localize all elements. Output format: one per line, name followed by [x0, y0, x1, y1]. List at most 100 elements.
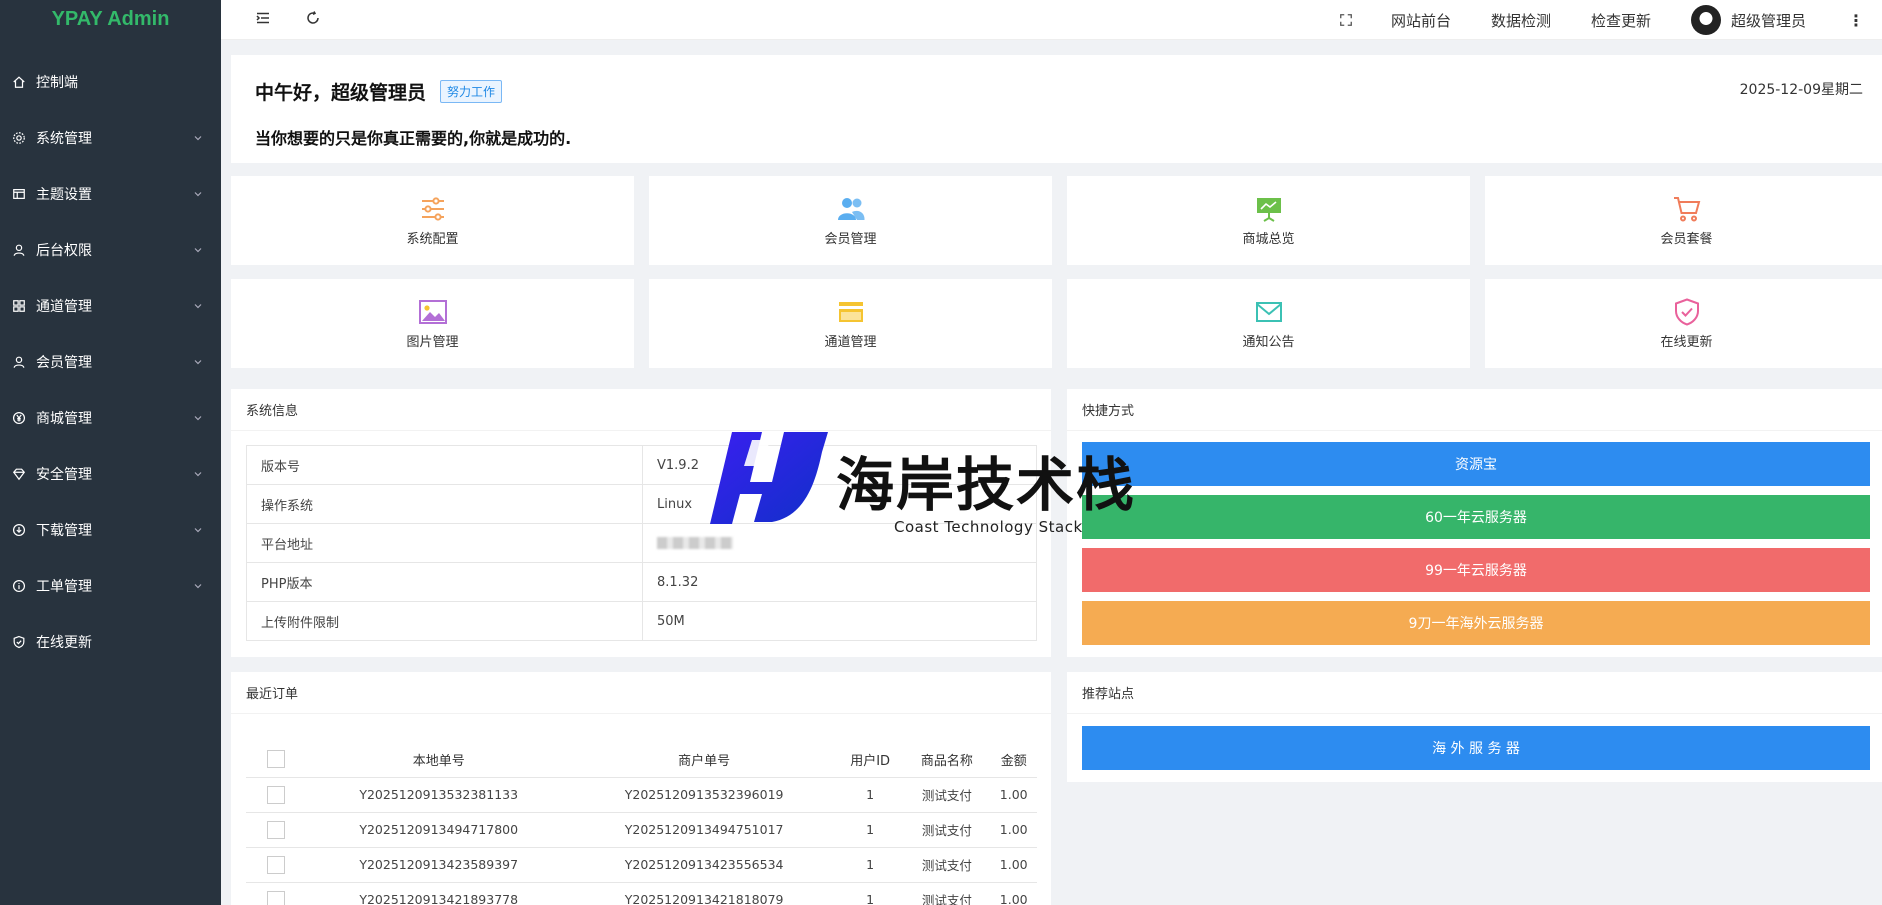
sidebar-item-label: 在线更新: [36, 635, 92, 651]
tile-label: 通知公告: [1242, 335, 1295, 350]
tile-label: 通道管理: [824, 335, 877, 350]
info-value: 50M: [642, 601, 1037, 641]
panel-title: 快捷方式: [1067, 389, 1882, 431]
user-name: 超级管理员: [1730, 11, 1806, 30]
local-order-no: Y2025120913494717800: [306, 812, 572, 848]
panel-title: 推荐站点: [1067, 672, 1882, 714]
user-icon: [12, 243, 26, 257]
header-link-frontend[interactable]: 网站前台: [1371, 10, 1471, 31]
recommended-button-overseas-servers[interactable]: 海 外 服 务 器: [1082, 726, 1870, 770]
product-name: 测试支付: [903, 777, 991, 813]
fullscreen-icon[interactable]: [1321, 13, 1371, 27]
tile-image-management[interactable]: 图片管理: [231, 279, 634, 368]
tile-channel-management[interactable]: 通道管理: [649, 279, 1052, 368]
chevron-down-icon: [194, 360, 202, 365]
shield-check-icon: [12, 635, 26, 649]
row-checkbox[interactable]: [267, 890, 285, 905]
sidebar-item-label: 系统管理: [36, 131, 92, 147]
merchant-order-no: Y2025120913423556534: [571, 847, 837, 883]
tile-members[interactable]: 会员管理: [649, 176, 1052, 265]
sidebar-item-system[interactable]: 系统管理: [0, 110, 221, 166]
watermark-logo: [710, 432, 828, 524]
sidebar-item-label: 工单管理: [36, 579, 92, 595]
amount: 1.00: [990, 812, 1037, 848]
tile-announcements[interactable]: 通知公告: [1067, 279, 1470, 368]
avatar[interactable]: [1690, 5, 1721, 35]
info-key: 平台地址: [246, 523, 643, 563]
column-header: 本地单号: [306, 742, 572, 778]
product-name: 测试支付: [903, 882, 991, 905]
chevron-down-icon: [194, 472, 202, 477]
row-checkbox[interactable]: [267, 785, 285, 804]
sidebar-item-dashboard[interactable]: 控制端: [0, 54, 221, 110]
menu-toggle-icon[interactable]: [255, 10, 271, 30]
mail-icon: [1255, 302, 1282, 322]
user-id: 1: [836, 882, 904, 905]
tile-system-config[interactable]: 系统配置: [231, 176, 634, 265]
tile-label: 会员管理: [824, 232, 877, 247]
tile-shop-overview[interactable]: 商城总览: [1067, 176, 1470, 265]
refresh-icon[interactable]: [305, 10, 321, 30]
row-checkbox[interactable]: [267, 855, 285, 874]
shortcut-button-99-cloud[interactable]: 99一年云服务器: [1082, 548, 1870, 592]
user-icon: [12, 355, 26, 369]
sidebar-item-tickets[interactable]: 工单管理: [0, 558, 221, 614]
tile-online-update[interactable]: 在线更新: [1485, 279, 1882, 368]
column-header: 金额: [990, 742, 1037, 778]
select-all-checkbox[interactable]: [267, 750, 285, 769]
sidebar: YPAY Admin 控制端 系统管理 主题设置 后台权限 通道管理 会员管理 …: [0, 0, 221, 905]
local-order-no: Y2025120913423589397: [306, 847, 572, 883]
chevron-down-icon: [194, 248, 202, 253]
chevron-down-icon: [194, 528, 202, 533]
users-icon: [837, 198, 865, 220]
tile-label: 图片管理: [406, 335, 459, 350]
more-vertical-icon[interactable]: ⋮: [1828, 11, 1882, 30]
info-key: 操作系统: [246, 484, 643, 524]
sidebar-item-label: 通道管理: [36, 299, 92, 315]
sidebar-item-online-update[interactable]: 在线更新: [0, 614, 221, 670]
diamond-icon: [12, 467, 26, 481]
merchant-order-no: Y2025120913532396019: [571, 777, 837, 813]
recommended-sites-panel: 推荐站点 海 外 服 务 器: [1067, 672, 1882, 782]
header-checkbox-cell: [246, 742, 306, 778]
row-checkbox-cell: [246, 847, 306, 883]
sidebar-item-channels[interactable]: 通道管理: [0, 278, 221, 334]
table-row[interactable]: Y2025120913494717800 Y202512091349475101…: [246, 812, 1037, 848]
tile-label: 在线更新: [1660, 335, 1713, 350]
sidebar-item-downloads[interactable]: 下载管理: [0, 502, 221, 558]
merchant-order-no: Y2025120913421818079: [571, 882, 837, 905]
sidebar-item-shop[interactable]: 商城管理: [0, 390, 221, 446]
info-icon: [12, 579, 26, 593]
sidebar-item-members[interactable]: 会员管理: [0, 334, 221, 390]
table-row[interactable]: Y2025120913421893778 Y202512091342181807…: [246, 882, 1037, 905]
table-row[interactable]: Y2025120913423589397 Y202512091342355653…: [246, 847, 1037, 883]
product-name: 测试支付: [903, 812, 991, 848]
sidebar-item-theme[interactable]: 主题设置: [0, 166, 221, 222]
row-checkbox[interactable]: [267, 820, 285, 839]
sidebar-item-label: 会员管理: [36, 355, 92, 371]
row-checkbox-cell: [246, 777, 306, 813]
tile-label: 会员套餐: [1660, 232, 1713, 247]
sidebar-item-security[interactable]: 安全管理: [0, 446, 221, 502]
shield-check-icon: [1674, 298, 1699, 326]
info-key: 版本号: [246, 445, 643, 485]
amount: 1.00: [990, 777, 1037, 813]
panel-title: 最近订单: [231, 672, 1051, 714]
row-checkbox-cell: [246, 812, 306, 848]
user-id: 1: [836, 847, 904, 883]
header-link-check-update[interactable]: 检查更新: [1571, 10, 1671, 31]
sidebar-item-label: 下载管理: [36, 523, 92, 539]
sidebar-item-label: 控制端: [36, 75, 78, 91]
sidebar-item-permissions[interactable]: 后台权限: [0, 222, 221, 278]
chevron-down-icon: [194, 192, 202, 197]
user-menu[interactable]: 超级管理员: [1671, 5, 1828, 35]
table-row[interactable]: Y2025120913532381133 Y202512091353239601…: [246, 777, 1037, 813]
user-id: 1: [836, 812, 904, 848]
header-link-data-check[interactable]: 数据检测: [1471, 10, 1571, 31]
top-header: 网站前台 数据检测 检查更新 超级管理员 ⋮: [221, 0, 1882, 40]
tile-member-packages[interactable]: 会员套餐: [1485, 176, 1882, 265]
tile-label: 商城总览: [1242, 232, 1295, 247]
app-logo[interactable]: YPAY Admin: [0, 0, 221, 38]
shortcut-button-overseas-cloud[interactable]: 9刀一年海外云服务器: [1082, 601, 1870, 645]
sidebar-item-label: 商城管理: [36, 411, 92, 427]
